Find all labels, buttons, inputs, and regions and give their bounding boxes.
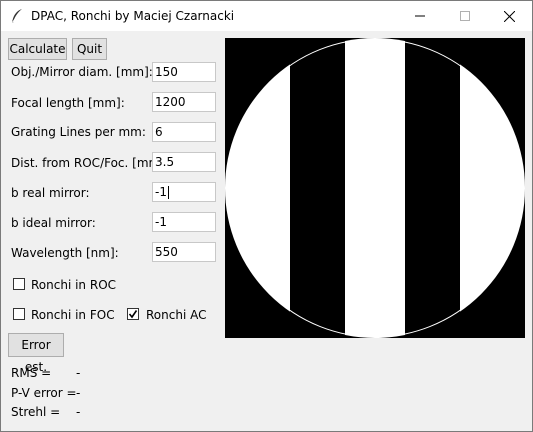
- pv-error-label: P-V error =: [11, 386, 77, 400]
- ronchi-band: [345, 38, 405, 338]
- checkmark-icon: [128, 310, 138, 319]
- ronchi-foc-label: Ronchi in FOC: [31, 308, 115, 322]
- app-window: DPAC, Ronchi by Maciej Czarnacki Calcula…: [0, 0, 533, 432]
- rms-value: -: [76, 366, 81, 380]
- minimize-button[interactable]: [397, 1, 442, 31]
- feather-icon: [9, 8, 25, 24]
- ronchi-roc-checkbox[interactable]: [13, 278, 25, 290]
- rms-label: RMS =: [11, 366, 52, 380]
- maximize-icon: [459, 11, 470, 21]
- obj-diam-input[interactable]: 150: [152, 62, 216, 82]
- obj-diam-label: Obj./Mirror diam. [mm]:: [11, 65, 153, 79]
- b-real-value: -1: [155, 185, 167, 199]
- ronchi-foc-checkbox[interactable]: [13, 308, 25, 320]
- quit-button[interactable]: Quit: [72, 38, 107, 60]
- text-cursor: [167, 186, 169, 199]
- ronchi-ac-checkbox[interactable]: [127, 308, 139, 320]
- b-real-label: b real mirror:: [11, 186, 90, 200]
- ronchigram-canvas: [225, 38, 525, 338]
- grating-input[interactable]: 6: [152, 122, 216, 142]
- title-bar: DPAC, Ronchi by Maciej Czarnacki: [1, 1, 532, 31]
- strehl-label: Strehl =: [11, 405, 61, 419]
- b-ideal-label: b ideal mirror:: [11, 216, 96, 230]
- close-button[interactable]: [487, 1, 532, 31]
- calculate-button[interactable]: Calculate: [8, 38, 67, 60]
- grating-label: Grating Lines per mm:: [11, 125, 146, 139]
- strehl-value: -: [76, 405, 81, 419]
- ronchi-ac-label: Ronchi AC: [146, 308, 207, 322]
- ronchi-roc-label: Ronchi in ROC: [31, 278, 117, 292]
- window-title: DPAC, Ronchi by Maciej Czarnacki: [31, 9, 235, 23]
- distance-label: Dist. from ROC/Foc. [mm]:: [11, 156, 169, 170]
- b-ideal-input[interactable]: -1: [152, 212, 216, 232]
- pv-error-value: -: [76, 386, 81, 400]
- maximize-button: [442, 1, 487, 31]
- close-icon: [504, 10, 515, 22]
- wavelength-label: Wavelength [nm]:: [11, 246, 119, 260]
- distance-input[interactable]: 3.5: [152, 152, 216, 172]
- ronchigram-image: [225, 38, 525, 338]
- b-real-input[interactable]: -1: [152, 182, 216, 202]
- focal-length-input[interactable]: 1200: [152, 92, 216, 112]
- wavelength-input[interactable]: 550: [152, 242, 216, 262]
- minimize-icon: [414, 15, 425, 17]
- focal-length-label: Focal length [mm]:: [11, 96, 125, 110]
- error-est-button[interactable]: Error est.: [8, 333, 64, 374]
